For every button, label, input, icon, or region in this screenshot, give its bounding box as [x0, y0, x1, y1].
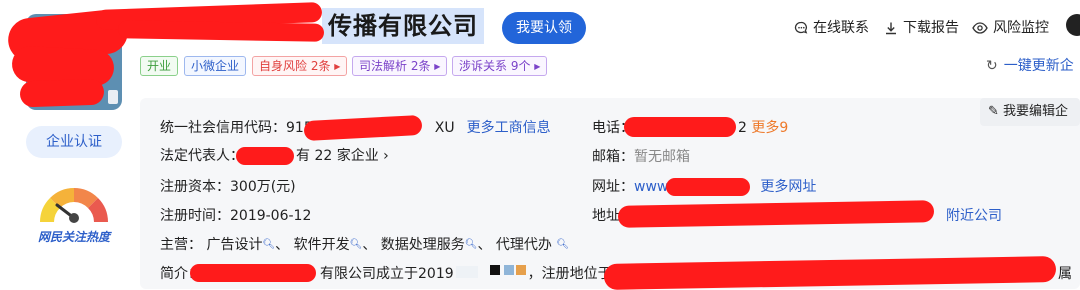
phone-more-link[interactable]: 更多9 — [751, 120, 788, 136]
business-item[interactable]: 代理代办 — [496, 237, 552, 253]
reg-date-row: 注册时间：2019-06-12 — [160, 206, 311, 226]
intro-tail: 属 — [1058, 266, 1072, 282]
edit-icon: ✎ — [988, 104, 999, 119]
search-icon[interactable]: 🔍︎ — [556, 239, 569, 250]
tag-small-micro: 小微企业 — [184, 56, 247, 76]
heat-label: 网民关注热度 — [37, 230, 110, 244]
redaction-mark — [666, 178, 750, 196]
update-link[interactable]: ↻ 一键更新企 — [986, 56, 1074, 76]
tag-litigation[interactable]: 涉诉关系 9个 ▶ — [452, 56, 548, 76]
business-item[interactable]: 软件开发 — [294, 237, 350, 253]
reg-date-label: 注册时间： — [160, 208, 230, 224]
redaction-mark — [190, 264, 316, 282]
capital-label: 注册资本： — [160, 179, 230, 195]
redaction-mark — [456, 266, 478, 278]
search-icon[interactable]: 🔍︎ — [262, 239, 275, 250]
website-value[interactable]: www — [634, 179, 668, 195]
online-contact-button[interactable]: 在线联系 — [794, 18, 869, 38]
email-row: 邮箱：暂无邮箱 — [592, 147, 690, 167]
nearby-companies-link[interactable]: 附近公司 — [946, 206, 1002, 226]
main-business-label: 主营： — [160, 237, 202, 253]
heat-gauge-icon — [40, 188, 108, 223]
redaction-mark — [19, 78, 105, 108]
download-icon — [886, 22, 896, 35]
redaction-mark — [236, 147, 294, 165]
business-item[interactable]: 数据处理服务 — [381, 237, 465, 253]
redaction-mark — [516, 265, 526, 275]
online-contact-label: 在线联系 — [813, 20, 869, 36]
intro-text-a: 有限公司成立于2019 — [320, 266, 454, 282]
reg-date-value: 2019-06-12 — [230, 208, 312, 224]
eye-icon — [972, 22, 988, 34]
more-business-info-link[interactable]: 更多工商信息 — [467, 120, 551, 136]
website-label: 网址： — [592, 179, 634, 195]
company-name: 传播有限公司 — [322, 8, 484, 44]
tag-open: 开业 — [140, 56, 179, 76]
email-label: 邮箱： — [592, 149, 634, 165]
legal-rep-label: 法定代表人： — [160, 148, 244, 164]
refresh-icon: ↻ — [986, 58, 998, 74]
redaction-mark — [504, 265, 514, 275]
tag-judicial[interactable]: 司法解析 2条 ▶ — [352, 56, 448, 76]
tag-self-risk[interactable]: 自身风险 2条 ▶ — [252, 56, 348, 76]
search-icon[interactable]: 🔍︎ — [465, 239, 478, 250]
search-icon[interactable]: 🔍︎ — [350, 239, 363, 250]
business-item[interactable]: 广告设计 — [206, 237, 262, 253]
risk-monitor-button[interactable]: 风险监控 — [972, 18, 1049, 38]
credit-code-suffix: XU — [434, 120, 455, 136]
phone-digit: 2 — [738, 120, 747, 136]
email-value: 暂无邮箱 — [634, 149, 690, 165]
website-more-link[interactable]: 更多网址 — [760, 179, 816, 195]
tag-self-risk-label: 自身风险 2条 — [259, 59, 331, 73]
tag-litigation-label: 涉诉关系 9个 — [459, 59, 531, 73]
update-link-label: 一键更新企 — [1003, 58, 1074, 74]
legal-rep-companies[interactable]: 有 22 家企业 — [296, 148, 379, 164]
capital-row: 注册资本：300万(元) — [160, 177, 296, 197]
edit-button-label: 我要编辑企 — [1003, 104, 1069, 119]
download-report-button[interactable]: 下载报告 — [884, 18, 959, 38]
capital-value: 300万(元) — [230, 179, 296, 195]
main-business-row: 主营： 广告设计🔍︎、 软件开发🔍︎、 数据处理服务🔍︎、 代理代办 🔍︎ — [160, 237, 570, 253]
risk-monitor-label: 风险监控 — [993, 20, 1049, 36]
edit-button[interactable]: ✎ 我要编辑企 — [980, 98, 1080, 126]
more-icon[interactable] — [1066, 14, 1080, 36]
cert-button[interactable]: 企业认证 — [26, 126, 122, 158]
chevron-right-icon: › — [383, 148, 389, 164]
claim-button[interactable]: 我要认领 — [502, 12, 586, 44]
redaction-mark — [117, 20, 325, 42]
chat-icon — [794, 21, 808, 34]
tag-judicial-label: 司法解析 2条 — [359, 59, 431, 73]
download-report-label: 下载报告 — [903, 20, 959, 36]
redaction-mark — [624, 117, 736, 137]
credit-code-label: 统一社会信用代码： — [160, 120, 286, 136]
redaction-mark — [490, 265, 500, 275]
